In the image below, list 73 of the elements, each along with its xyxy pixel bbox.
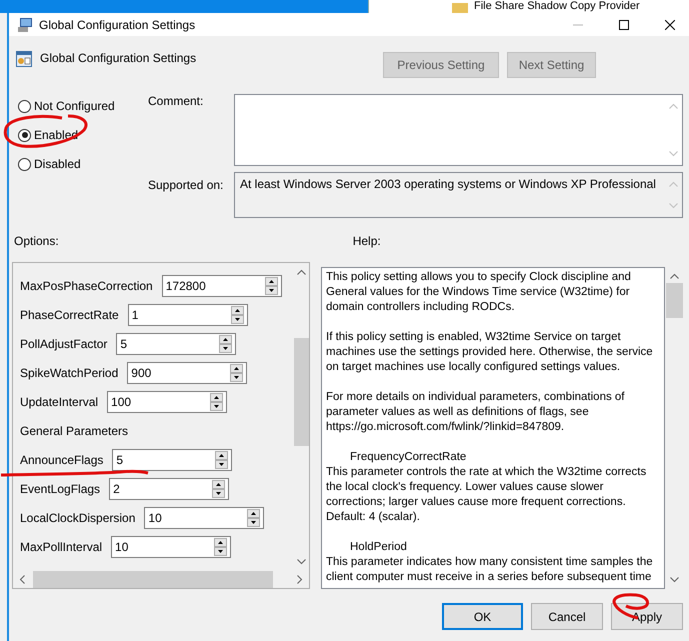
spin-up-icon[interactable]	[215, 451, 228, 460]
help-paragraph: If this policy setting is enabled, W32time Service on target machines use the settings provided here. Otherwise, the service on target machines use locally configured settings values.	[326, 330, 654, 375]
spin-down-icon[interactable]	[230, 315, 244, 324]
background-window-text: File Share Shadow Copy Provider	[474, 0, 640, 13]
spin-down-icon[interactable]	[264, 286, 278, 295]
scrollbar-thumb[interactable]	[666, 283, 682, 318]
option-label: PhaseCorrectRate	[20, 308, 119, 322]
spin-box[interactable]: 900	[127, 362, 248, 384]
radio-label: Not Configured	[34, 99, 115, 113]
spin-box[interactable]: 10	[144, 507, 264, 529]
spin-box[interactable]: 5	[112, 449, 232, 471]
spin-up-icon[interactable]	[210, 393, 224, 402]
spin-up-icon[interactable]	[214, 538, 228, 547]
help-paragraph: This parameter indicates how many consistent time samples the client computer must receive in a series before subsequent time	[326, 555, 654, 585]
scrollbar-thumb[interactable]	[294, 338, 309, 446]
spin-down-icon[interactable]	[214, 547, 228, 556]
spin-down-icon[interactable]	[230, 373, 244, 382]
spin-box[interactable]: 10	[111, 536, 232, 558]
spin-box[interactable]: 5	[116, 333, 236, 355]
dialog-button[interactable]: OK	[442, 603, 523, 630]
option-label: UpdateInterval	[20, 395, 98, 409]
spin-up-icon[interactable]	[230, 306, 244, 315]
spin-box[interactable]: 1	[128, 304, 248, 326]
close-icon[interactable]	[665, 20, 675, 30]
spin-up-icon[interactable]	[219, 335, 232, 344]
scroll-up-icon[interactable]	[297, 269, 306, 275]
option-label: AnnounceFlags	[20, 453, 104, 467]
scroll-right-icon[interactable]	[297, 575, 303, 584]
section-heading: General Parameters	[20, 423, 130, 440]
option-label: MaxPollInterval	[20, 540, 102, 554]
spin-up-icon[interactable]	[230, 364, 244, 373]
radio-button[interactable]	[18, 100, 31, 112]
scroll-left-icon[interactable]	[19, 575, 25, 584]
scrollbar-thumb[interactable]	[33, 571, 273, 588]
help-heading: HoldPeriod	[349, 540, 408, 555]
spin-up-icon[interactable]	[247, 509, 260, 518]
radio-button[interactable]	[18, 158, 31, 170]
scroll-up-icon[interactable]	[670, 273, 678, 279]
window-title: Global Configuration Settings	[39, 18, 196, 32]
help-label: Help:	[352, 234, 381, 250]
option-label: PollAdjustFactor	[20, 337, 108, 351]
spin-box[interactable]: 100	[107, 391, 228, 413]
supported-on-label: Supported on:	[148, 177, 224, 194]
spin-box[interactable]: 172800	[162, 275, 282, 297]
policy-title: Global Configuration Settings	[40, 51, 196, 65]
spin-up-icon[interactable]	[264, 277, 278, 286]
folder-icon	[452, 3, 468, 13]
supported-on-field: At least Windows Server 2003 operating systems or Windows XP Professional	[234, 172, 683, 218]
radio-button[interactable]	[18, 128, 31, 142]
dialog-button[interactable]: Cancel	[531, 603, 603, 630]
spin-down-icon[interactable]	[212, 489, 226, 498]
help-heading: FrequencyCorrectRate	[349, 450, 468, 465]
help-paragraph: This parameter controls the rate at which the W32time corrects the local clock's frequency. Lower values cause slower corrections; larger values cause more frequent corrections. Default: 4 (scalar).	[326, 465, 648, 525]
comment-label: Comment:	[148, 94, 204, 110]
option-label: EventLogFlags	[20, 482, 100, 496]
spin-down-icon[interactable]	[219, 344, 232, 353]
spin-down-icon[interactable]	[210, 402, 224, 411]
spin-down-icon[interactable]	[247, 518, 260, 527]
scroll-down-icon[interactable]	[297, 559, 306, 565]
spin-down-icon[interactable]	[215, 460, 228, 469]
computer-icon	[17, 16, 33, 32]
help-paragraph: For more details on individual parameters, combinations of parameter values as well as definitions of flags, see https://go.microsoft.com/fwlink/?linkid=847809.	[326, 390, 626, 435]
maximize-icon[interactable]	[619, 20, 629, 30]
spin-box[interactable]: 2	[109, 478, 230, 500]
settings-window-icon	[16, 51, 32, 67]
help-paragraph: This policy setting allows you to specify Clock discipline and General values for the Windows Time service (W32time) for domain controllers including RODCs.	[326, 270, 632, 315]
radio-label: Disabled	[34, 157, 81, 171]
scroll-down-icon[interactable]	[670, 577, 678, 583]
spin-up-icon[interactable]	[212, 480, 226, 489]
options-label: Options:	[14, 234, 59, 250]
option-label: SpikeWatchPeriod	[20, 366, 118, 380]
option-label: MaxPosPhaseCorrection	[20, 279, 153, 293]
option-label: LocalClockDispersion	[20, 511, 136, 525]
